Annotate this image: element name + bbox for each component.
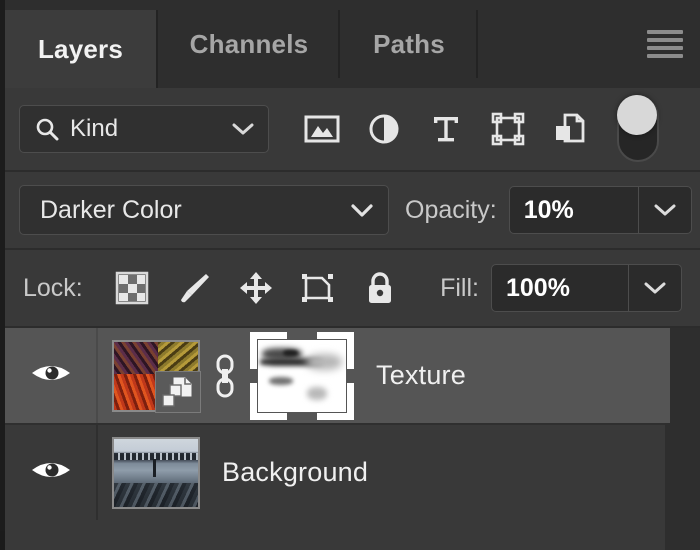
shape-layer-filter-icon[interactable] [477, 102, 539, 156]
layer-row-texture[interactable]: Texture [5, 328, 700, 423]
filter-enable-toggle[interactable] [617, 95, 659, 162]
tab-channels-label: Channels [189, 28, 309, 59]
layer-row-content-background: Background [98, 425, 700, 520]
background-photo-thumbnail[interactable] [112, 436, 200, 509]
mask-selection-corner-bottom-right [317, 382, 354, 420]
visibility-toggle-texture[interactable] [5, 328, 98, 423]
search-icon [34, 116, 60, 142]
fill-value[interactable]: 100% [492, 265, 628, 311]
layer-row-background[interactable]: Background [5, 425, 700, 520]
mask-selection-corner-top-right [317, 331, 354, 369]
opacity-label: Opacity: [405, 195, 497, 224]
chevron-down-icon [350, 203, 374, 218]
lock-all-icon[interactable] [349, 262, 411, 314]
mask-selection-corner-top-left [250, 331, 287, 369]
layer-filter-row: Kind [5, 88, 700, 170]
lock-label: Lock: [23, 273, 83, 302]
fill-field[interactable]: 100% [491, 264, 682, 312]
layer-row-content-texture: Texture [98, 328, 700, 423]
layer-mask-thumbnail-wrapper[interactable] [250, 331, 354, 420]
tab-paths[interactable]: Paths [342, 10, 478, 78]
eye-icon [29, 455, 73, 490]
layer-name-texture[interactable]: Texture [376, 360, 466, 391]
layer-list: Texture Background [5, 328, 700, 550]
filter-type-icons [291, 102, 601, 156]
lock-transparent-pixels-icon[interactable] [101, 262, 163, 314]
tab-channels[interactable]: Channels [160, 10, 340, 78]
blend-mode-value: Darker Color [40, 195, 182, 224]
tab-layers-label: Layers [37, 33, 124, 64]
chevron-down-icon [232, 122, 254, 136]
filter-kind-dropdown[interactable]: Kind [19, 105, 269, 153]
blend-opacity-row: Darker Color Opacity: 10% [5, 172, 700, 248]
mask-selection-corner-bottom-left [250, 382, 287, 420]
layer-name-background[interactable]: Background [222, 457, 368, 488]
layers-panel: Layers Channels Paths Kind Darker Color … [0, 0, 700, 550]
lock-image-pixels-icon[interactable] [163, 262, 225, 314]
fill-stepper-chevron-down-icon[interactable] [628, 265, 681, 311]
smart-object-filter-icon[interactable] [539, 102, 601, 156]
eye-icon [29, 358, 73, 393]
toggle-knob [617, 95, 657, 135]
layer-thumbnail-wrapper-texture[interactable] [112, 339, 201, 413]
tab-paths-label: Paths [373, 28, 445, 59]
lock-position-icon[interactable] [225, 262, 287, 314]
layer-thumbnail-wrapper-background[interactable] [112, 436, 200, 509]
opacity-stepper-chevron-down-icon[interactable] [637, 187, 691, 233]
hamburger-menu-icon[interactable] [647, 30, 683, 58]
link-mask-icon[interactable] [212, 353, 238, 399]
opacity-field[interactable]: 10% [508, 186, 692, 234]
tab-layers[interactable]: Layers [5, 10, 158, 88]
lock-fill-row: Lock: Fill: 100% [5, 250, 700, 326]
blend-mode-dropdown[interactable]: Darker Color [19, 185, 389, 235]
opacity-value[interactable]: 10% [510, 187, 638, 233]
pixel-layer-filter-icon[interactable] [291, 102, 353, 156]
adjustment-layer-filter-icon[interactable] [353, 102, 415, 156]
smart-object-badge-icon [155, 370, 201, 413]
visibility-toggle-background[interactable] [5, 425, 98, 520]
panel-tab-bar: Layers Channels Paths [5, 0, 700, 88]
fill-label: Fill: [440, 273, 479, 302]
lock-artboard-nesting-icon[interactable] [287, 262, 349, 314]
filter-kind-label: Kind [70, 115, 119, 142]
type-layer-filter-icon[interactable] [415, 102, 477, 156]
